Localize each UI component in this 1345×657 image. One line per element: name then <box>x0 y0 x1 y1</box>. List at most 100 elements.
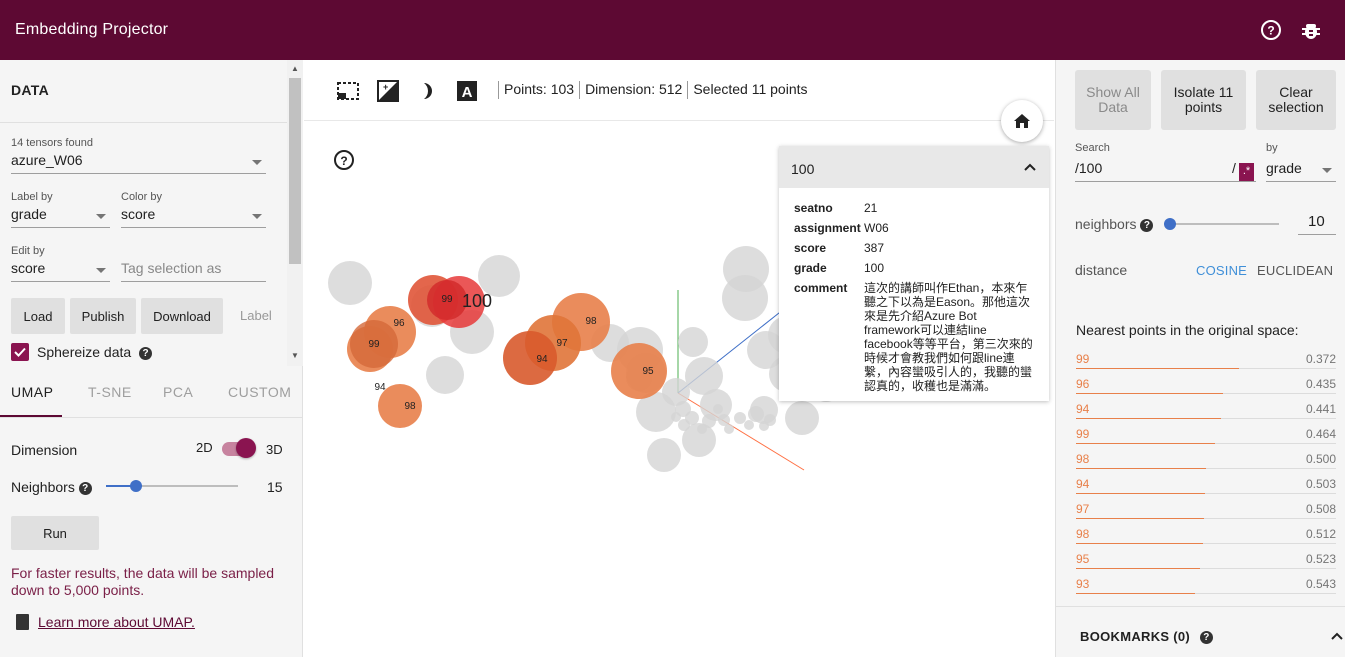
help-icon[interactable]: ? <box>1140 218 1154 232</box>
scroll-down-icon[interactable]: ▼ <box>291 351 299 360</box>
bookmarks-panel[interactable]: BOOKMARKS (0) ? <box>1056 606 1345 657</box>
selected-points[interactable] <box>347 275 667 428</box>
tab-pca[interactable]: PCA <box>163 384 193 400</box>
learn-more-link[interactable]: Learn more about UMAP. <box>38 614 195 630</box>
nearest-point-row[interactable]: 93 0.543 <box>1076 573 1336 598</box>
label-by-select[interactable]: grade <box>11 206 110 228</box>
sphereize-checkbox[interactable] <box>11 343 29 361</box>
inspector-panel: Show All Data Isolate 11 points Clear se… <box>1055 60 1345 657</box>
euclidean-button[interactable]: EUCLIDEAN <box>1257 263 1333 278</box>
distance-bar <box>1076 468 1206 469</box>
nearest-points-title: Nearest points in the original space: <box>1076 322 1299 338</box>
bug-report-icon[interactable] <box>1299 18 1323 42</box>
nearest-point-row[interactable]: 98 0.512 <box>1076 523 1336 548</box>
app-title: Embedding Projector <box>15 21 169 38</box>
neighbors-label: Neighbors ? <box>11 479 92 495</box>
metadata-card-header[interactable]: 100 <box>779 146 1049 188</box>
nearest-point-distance: 0.512 <box>1305 527 1336 541</box>
search-slash: / <box>1232 160 1236 176</box>
metadata-key: grade <box>794 261 827 275</box>
selected-count: Selected 11 points <box>693 81 808 97</box>
scrollbar[interactable]: ▲ ▼ <box>287 60 303 366</box>
distance-label: distance <box>1075 262 1128 278</box>
color-by-select[interactable]: score <box>121 206 266 228</box>
dimension-3d-label: 3D <box>266 442 283 457</box>
nearest-point-label: 97 <box>1076 502 1090 516</box>
nearest-point-label: 96 <box>1076 377 1090 391</box>
select-area-icon[interactable] <box>336 79 360 103</box>
distance-bar <box>1076 568 1201 569</box>
nearest-point-distance: 0.372 <box>1305 352 1336 366</box>
label-by-value: grade <box>11 206 47 222</box>
tag-selection-input[interactable]: Tag selection as <box>121 260 266 282</box>
search-input[interactable]: /100 / <box>1075 160 1256 182</box>
search-label: Search <box>1075 142 1110 154</box>
nearest-point-row[interactable]: 94 0.441 <box>1076 398 1336 423</box>
nearest-point-distance: 0.464 <box>1305 427 1336 441</box>
edit-by-select[interactable]: score <box>11 260 110 282</box>
cosine-button[interactable]: COSINE <box>1196 263 1247 278</box>
nearest-point-row[interactable]: 94 0.503 <box>1076 473 1336 498</box>
download-button[interactable]: Download <box>141 298 223 334</box>
nearest-point-row[interactable]: 96 0.435 <box>1076 373 1336 398</box>
publish-button[interactable]: Publish <box>70 298 136 334</box>
tab-umap[interactable]: UMAP <box>11 384 53 400</box>
metadata-value: W06 <box>864 221 889 235</box>
nearest-point-row[interactable]: 95 0.523 <box>1076 548 1336 573</box>
dimension-label: Dimension <box>11 442 78 458</box>
nearest-point-label: 94 <box>1076 402 1090 416</box>
neighbors-input[interactable]: 10 <box>1298 213 1336 235</box>
neighbors-slider-knob[interactable] <box>130 480 142 492</box>
show-all-data-button[interactable]: Show All Data <box>1075 70 1151 130</box>
nearest-point-label: 99 <box>1076 427 1090 441</box>
clear-selection-button[interactable]: Clear selection <box>1256 70 1336 130</box>
by-label: by <box>1266 142 1278 154</box>
home-button[interactable] <box>1001 100 1043 142</box>
tab-custom[interactable]: CUSTOM <box>228 384 291 400</box>
tag-selection-placeholder: Tag selection as <box>121 260 222 276</box>
chevron-down-icon <box>252 214 262 219</box>
isolate-points-button[interactable]: Isolate 11 points <box>1161 70 1246 130</box>
nearest-point-row[interactable]: 99 0.372 <box>1076 348 1336 373</box>
scroll-up-icon[interactable]: ▲ <box>291 64 299 73</box>
nearest-point-distance: 0.500 <box>1305 452 1336 466</box>
neighbors-slider-knob[interactable] <box>1164 218 1176 230</box>
tensors-found-label: 14 tensors found <box>11 137 93 149</box>
point-label: 99 <box>368 339 380 350</box>
nearest-point-distance: 0.508 <box>1305 502 1336 516</box>
chevron-up-icon[interactable] <box>1330 629 1344 646</box>
metadata-value: 這次的講師叫作Ethan，本來乍聽之下以為是Eason。那他這次來是先介紹Azu… <box>864 281 1033 393</box>
labels-toggle-icon[interactable]: A <box>455 79 479 103</box>
help-icon[interactable]: ? <box>1200 631 1213 645</box>
nearest-point-row[interactable]: 99 0.464 <box>1076 423 1336 448</box>
nearest-point-label: 98 <box>1076 452 1090 466</box>
distance-bar <box>1076 368 1240 369</box>
tensor-select[interactable]: azure_W06 <box>11 152 266 174</box>
divider <box>687 81 689 100</box>
neighbors-slider[interactable] <box>1169 223 1279 225</box>
nearest-point-row[interactable]: 97 0.508 <box>1076 498 1336 523</box>
metadata-card: 100 seatno 21 assignment W06 score 387 grad… <box>779 146 1049 401</box>
tab-tsne[interactable]: T-SNE <box>88 384 132 400</box>
load-button[interactable]: Load <box>11 298 65 334</box>
projection-view: + A Points: 103 Dimension: 512 Selected 11… <box>304 60 1054 657</box>
neighbors-label: neighbors ? <box>1075 216 1154 232</box>
chevron-down-icon <box>96 214 106 219</box>
search-by-select[interactable]: grade <box>1266 160 1336 182</box>
help-icon[interactable]: ? <box>78 481 92 495</box>
dark-mode-icon[interactable] <box>415 79 439 103</box>
svg-text:+: + <box>383 82 388 92</box>
help-icon[interactable]: ? <box>334 150 354 170</box>
help-icon[interactable]: ? <box>139 346 153 360</box>
chevron-up-icon[interactable] <box>1023 160 1037 177</box>
night-mode-icon[interactable]: + <box>376 79 400 103</box>
scrollbar-thumb[interactable] <box>289 78 301 264</box>
edit-by-value: score <box>11 260 46 276</box>
regex-toggle[interactable]: .* <box>1239 163 1254 181</box>
run-button[interactable]: Run <box>11 516 99 550</box>
dimension-toggle-knob[interactable] <box>236 438 256 458</box>
nearest-point-row[interactable]: 98 0.500 <box>1076 448 1336 473</box>
metadata-key: score <box>794 241 827 255</box>
data-settings: DATA 14 tensors found azure_W06 Label by… <box>0 60 287 366</box>
help-icon[interactable]: ? <box>1259 18 1283 42</box>
